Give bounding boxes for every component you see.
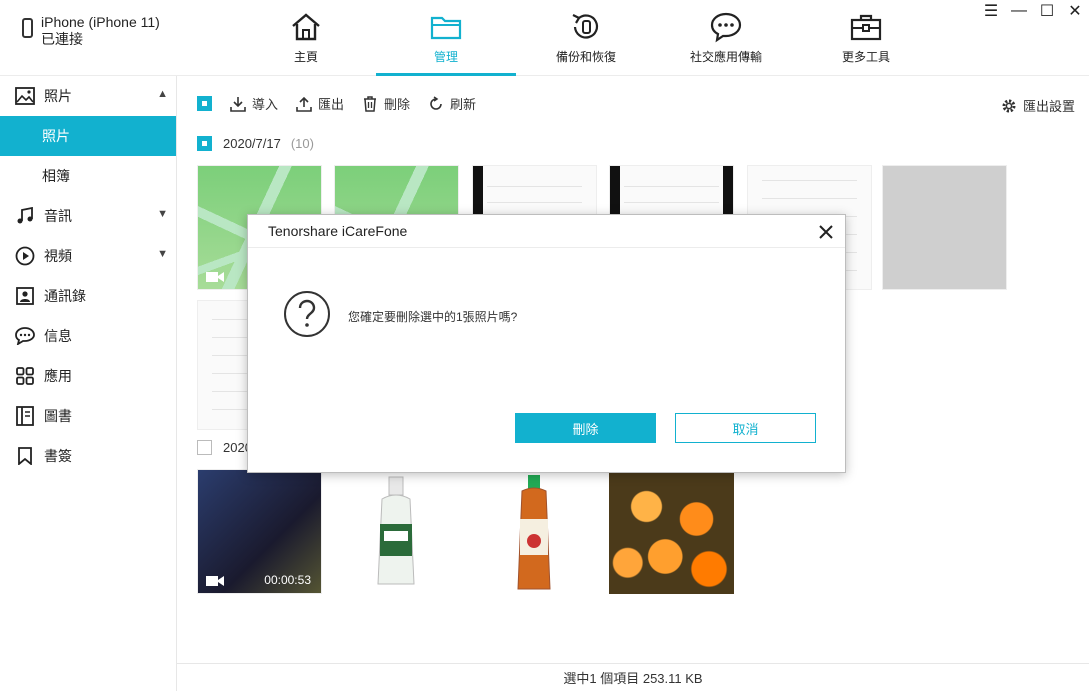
chat-icon	[710, 12, 742, 43]
export-button[interactable]: 匯出	[296, 94, 344, 113]
dialog-title: Tenorshare iCareFone	[268, 223, 408, 239]
video-camera-icon	[206, 576, 224, 586]
sidebar: 照片 ▲ 照片 相簿 音訊 ▼ 視頻 ▼ 通訊錄 信息 應用 圖書 書簽	[0, 76, 177, 691]
selection-status: 選中1 個項目 253.11 KB	[563, 671, 703, 686]
photo-thumbnail[interactable]	[334, 469, 459, 594]
group-date: 2020/7/17	[223, 136, 281, 151]
image-icon	[14, 85, 36, 107]
bookmark-icon	[14, 445, 36, 467]
sidebar-item-apps[interactable]: 應用	[0, 356, 176, 396]
top-bar: iPhone (iPhone 11) 已連接 主頁 管理 備份和恢復 社交應用傳…	[0, 0, 1089, 76]
nav-backup-label: 備份和恢復	[555, 50, 616, 64]
minimize-button[interactable]: —	[1005, 0, 1033, 22]
photo-thumbnail[interactable]	[472, 469, 597, 594]
group-header: 2020	[197, 440, 252, 455]
import-icon	[230, 96, 246, 112]
sidebar-item-video[interactable]: 視頻 ▼	[0, 236, 176, 276]
music-icon	[14, 205, 36, 227]
confirm-delete-button[interactable]: 刪除	[515, 413, 656, 443]
group-checkbox[interactable]	[197, 136, 212, 151]
phone-icon	[22, 18, 33, 38]
message-icon	[14, 325, 36, 347]
video-thumbnail[interactable]: 00:00:53	[197, 469, 322, 594]
sidebar-item-books[interactable]: 圖書	[0, 396, 176, 436]
sidebar-sub-photos[interactable]: 照片	[0, 116, 176, 156]
refresh-label: 刷新	[450, 97, 477, 112]
sidebar-sub-albums[interactable]: 相簿	[0, 156, 176, 196]
trash-icon	[364, 95, 377, 112]
video-camera-icon	[206, 272, 224, 282]
window-controls: ☰ — ☐ ✕	[977, 0, 1089, 22]
export-label: 匯出	[318, 97, 345, 112]
nav-tools-label: 更多工具	[841, 50, 890, 64]
delete-label: 刪除	[384, 97, 411, 112]
sidebar-item-photos[interactable]: 照片 ▲	[0, 76, 176, 116]
gear-icon	[1002, 99, 1016, 112]
chevron-up-icon: ▲	[157, 88, 168, 100]
status-bar: 選中1 個項目 253.11 KB	[177, 663, 1089, 691]
device-name: iPhone (iPhone 11)	[41, 14, 160, 30]
sidebar-item-messages[interactable]: 信息	[0, 316, 176, 356]
book-icon	[14, 405, 36, 427]
maximize-button[interactable]: ☐	[1033, 0, 1061, 22]
select-all-checkbox[interactable]	[197, 96, 212, 111]
sidebar-item-contacts[interactable]: 通訊錄	[0, 276, 176, 316]
toolbar: 導入 匯出 刪除 刷新	[197, 94, 476, 113]
video-duration: 00:00:53	[264, 573, 311, 587]
sidebar-item-label: 圖書	[44, 408, 72, 424]
folder-icon	[430, 16, 462, 40]
menu-button[interactable]: ☰	[977, 0, 1005, 22]
import-label: 導入	[252, 97, 279, 112]
sidebar-item-label: 視頻	[44, 248, 72, 264]
sidebar-item-label: 書簽	[44, 448, 72, 464]
export-settings-label: 匯出設置	[1022, 99, 1075, 114]
question-icon	[284, 291, 330, 337]
refresh-icon	[430, 95, 442, 110]
device-status: 已連接	[41, 31, 83, 47]
group-checkbox[interactable]	[197, 440, 212, 455]
nav-manage[interactable]: 管理	[376, 0, 516, 76]
nav-home-label: 主頁	[293, 50, 318, 64]
export-settings-button[interactable]: 匯出設置	[1001, 96, 1075, 115]
delete-button[interactable]: 刪除	[362, 94, 410, 113]
sidebar-item-audio[interactable]: 音訊 ▼	[0, 196, 176, 236]
sidebar-item-label: 通訊錄	[44, 288, 86, 304]
import-button[interactable]: 導入	[230, 94, 278, 113]
sidebar-item-label: 照片	[44, 88, 72, 104]
play-circle-icon	[14, 245, 36, 267]
nav-more-tools[interactable]: 更多工具	[796, 0, 936, 76]
photo-thumbnail[interactable]	[882, 165, 1007, 290]
nav-social-transfer[interactable]: 社交應用傳輸	[656, 0, 796, 76]
sidebar-item-label: 音訊	[44, 208, 72, 224]
toolbox-icon	[850, 14, 882, 41]
sidebar-item-bookmarks[interactable]: 書簽	[0, 436, 176, 476]
delete-confirm-dialog: Tenorshare iCareFone 您確定要刪除選中的1張照片嗎? 刪除 …	[247, 214, 846, 473]
backup-restore-icon	[572, 14, 599, 39]
export-icon	[296, 96, 312, 112]
close-button[interactable]: ✕	[1061, 0, 1089, 22]
group-count: (10)	[290, 136, 314, 151]
sidebar-item-label: 信息	[44, 328, 72, 344]
dialog-message: 您確定要刪除選中的1張照片嗎?	[348, 310, 518, 324]
nav-social-label: 社交應用傳輸	[689, 50, 762, 64]
dialog-divider	[248, 247, 845, 248]
chevron-down-icon: ▼	[157, 208, 168, 220]
photo-thumbnail[interactable]	[609, 469, 734, 594]
sidebar-item-label: 應用	[44, 368, 72, 384]
close-icon[interactable]	[815, 221, 837, 243]
refresh-button[interactable]: 刷新	[428, 94, 476, 113]
nav-manage-label: 管理	[433, 50, 458, 64]
cancel-button[interactable]: 取消	[675, 413, 816, 443]
nav-home[interactable]: 主頁	[236, 0, 376, 76]
apps-grid-icon	[14, 365, 36, 387]
group-header: 2020/7/17 (10)	[197, 136, 314, 151]
device-info: iPhone (iPhone 11) 已連接	[22, 14, 160, 48]
home-icon	[292, 13, 320, 41]
nav-backup-restore[interactable]: 備份和恢復	[516, 0, 656, 76]
chevron-down-icon: ▼	[157, 248, 168, 260]
contact-icon	[14, 285, 36, 307]
main-nav: 主頁 管理 備份和恢復 社交應用傳輸 更多工具	[236, 0, 936, 76]
